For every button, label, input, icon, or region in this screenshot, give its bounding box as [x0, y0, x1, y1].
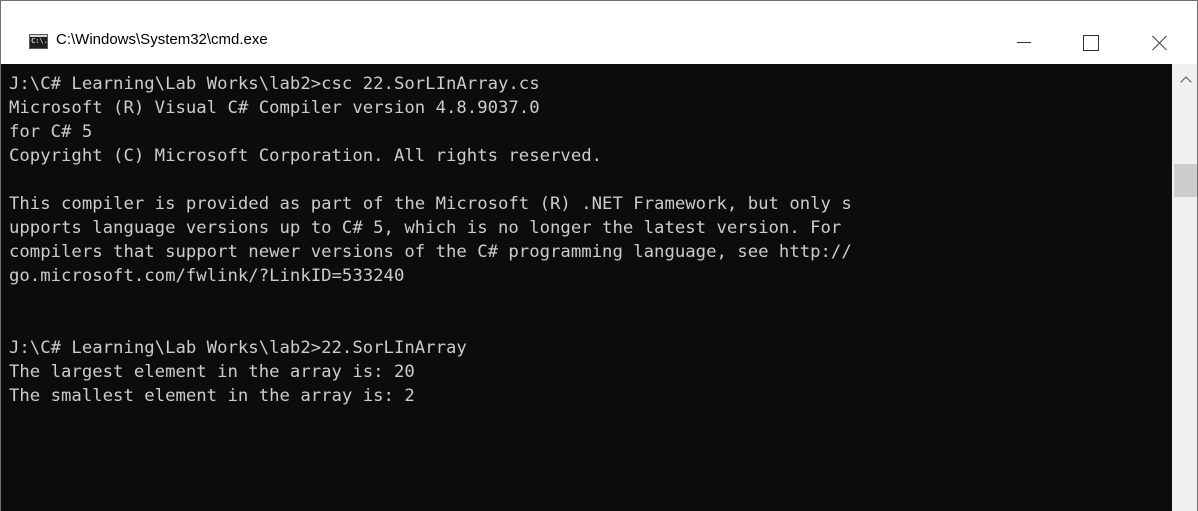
maximize-icon: [1083, 34, 1099, 51]
console-line: go.microsoft.com/fwlink/?LinkID=533240: [9, 266, 405, 286]
close-icon: [1151, 34, 1169, 52]
console-line: upports language versions up to C# 5, wh…: [9, 218, 842, 238]
console-line: J:\C# Learning\Lab Works\lab2>22.SorLInA…: [9, 338, 467, 358]
console-line: compilers that support newer versions of…: [9, 242, 852, 262]
scroll-up-button[interactable]: [1172, 64, 1197, 94]
console-output[interactable]: J:\C# Learning\Lab Works\lab2>csc 22.Sor…: [1, 64, 1172, 511]
minimize-button[interactable]: [994, 20, 1054, 65]
minimize-icon: [1017, 42, 1031, 43]
scrollbar-thumb[interactable]: [1174, 164, 1197, 197]
console-line: This compiler is provided as part of the…: [9, 194, 852, 214]
console-line: The smallest element in the array is: 2: [9, 386, 415, 406]
cmd-window: C:\. C:\Windows\System32\cmd.exe J:\C# L…: [0, 0, 1198, 511]
console-line: Copyright (C) Microsoft Corporation. All…: [9, 146, 603, 166]
title-bar[interactable]: C:\. C:\Windows\System32\cmd.exe: [1, 0, 1197, 64]
console-line: Microsoft (R) Visual C# Compiler version…: [9, 98, 540, 118]
cmd-icon[interactable]: C:\.: [29, 34, 48, 49]
console-line: J:\C# Learning\Lab Works\lab2>csc 22.Sor…: [9, 74, 540, 94]
chevron-up-icon: [1179, 76, 1192, 88]
close-button[interactable]: [1130, 20, 1190, 65]
vertical-scrollbar[interactable]: [1172, 64, 1197, 511]
console-line: for C# 5: [9, 122, 93, 142]
console-line: The largest element in the array is: 20: [9, 362, 415, 382]
window-title: C:\Windows\System32\cmd.exe: [56, 31, 268, 48]
maximize-button[interactable]: [1061, 20, 1121, 65]
